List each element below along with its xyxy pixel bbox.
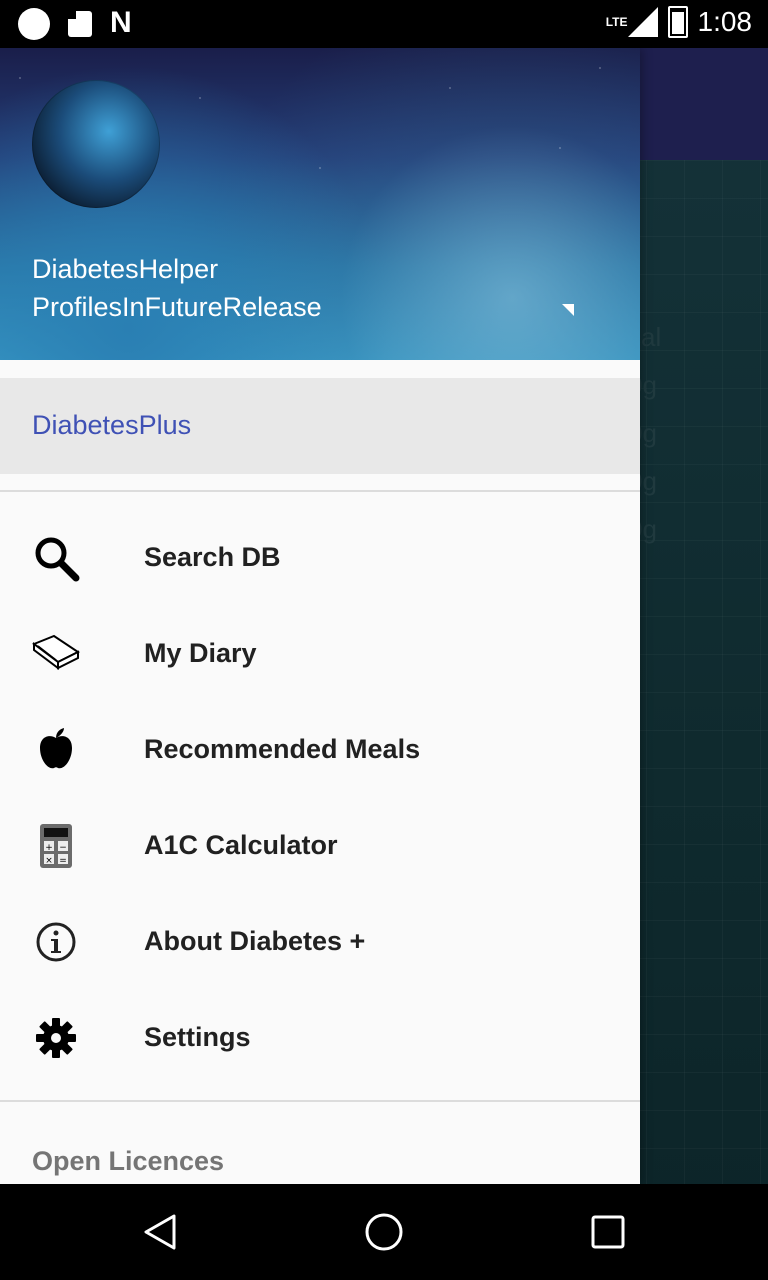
navigation-drawer: DiabetesHelper ProfilesInFutureRelease D… <box>0 48 640 1184</box>
network-type: LTE <box>605 15 628 29</box>
menu-item-label: A1C Calculator <box>144 830 338 860</box>
menu-item-label: Search DB <box>144 542 281 572</box>
menu-item-label: Recommended Meals <box>144 734 421 764</box>
back-button[interactable] <box>136 1208 184 1256</box>
svg-text:−: − <box>59 843 67 853</box>
svg-text:×: × <box>45 856 53 866</box>
divider <box>0 490 640 492</box>
account-name: DiabetesHelper <box>32 254 219 284</box>
profile-item-label: DiabetesPlus <box>32 410 192 440</box>
svg-text:=: = <box>59 856 67 866</box>
menu-item-label: About Diabetes + <box>144 926 366 956</box>
apple-icon <box>32 726 80 774</box>
status-bar: LTE 1:08 <box>0 0 768 48</box>
sd-card-icon <box>68 11 92 37</box>
signal-icon <box>627 7 658 37</box>
menu-item-label: Settings <box>144 1022 251 1052</box>
menu-item-recommended-meals[interactable]: Recommended Meals <box>0 702 640 798</box>
book-icon <box>32 630 80 678</box>
drawer-menu: Search DB My Diary Recommended Meals + −… <box>0 510 640 1086</box>
gear-icon <box>32 1014 80 1062</box>
recents-icon <box>591 1215 625 1249</box>
divider <box>0 1100 640 1102</box>
home-icon <box>365 1213 403 1251</box>
info-icon <box>32 918 80 966</box>
calculator-icon: + − × = <box>32 822 80 870</box>
battery-icon <box>667 6 688 38</box>
back-icon <box>144 1214 176 1250</box>
clock: 1:08 <box>697 6 753 37</box>
open-licences-item[interactable]: Open Licences <box>32 1146 224 1177</box>
menu-item-about-diabetes[interactable]: About Diabetes + <box>0 894 640 990</box>
menu-item-settings[interactable]: Settings <box>0 990 640 1086</box>
profile-item-diabetesplus[interactable]: DiabetesPlus <box>0 378 640 474</box>
n-notification-icon <box>110 6 138 40</box>
notification-circle-icon <box>18 8 50 40</box>
svg-text:+: + <box>45 843 53 853</box>
menu-item-search-db[interactable]: Search DB <box>0 510 640 606</box>
avatar[interactable] <box>32 80 160 208</box>
recents-button[interactable] <box>584 1208 632 1256</box>
drawer-header: DiabetesHelper ProfilesInFutureRelease <box>0 48 640 360</box>
account-dropdown-icon[interactable] <box>562 304 574 316</box>
search-icon <box>32 534 80 582</box>
home-button[interactable] <box>360 1208 408 1256</box>
menu-item-label: My Diary <box>144 638 257 668</box>
menu-item-my-diary[interactable]: My Diary <box>0 606 640 702</box>
navigation-bar <box>0 1184 768 1280</box>
menu-item-a1c-calculator[interactable]: + − × = A1C Calculator <box>0 798 640 894</box>
account-email: ProfilesInFutureRelease <box>32 292 322 322</box>
